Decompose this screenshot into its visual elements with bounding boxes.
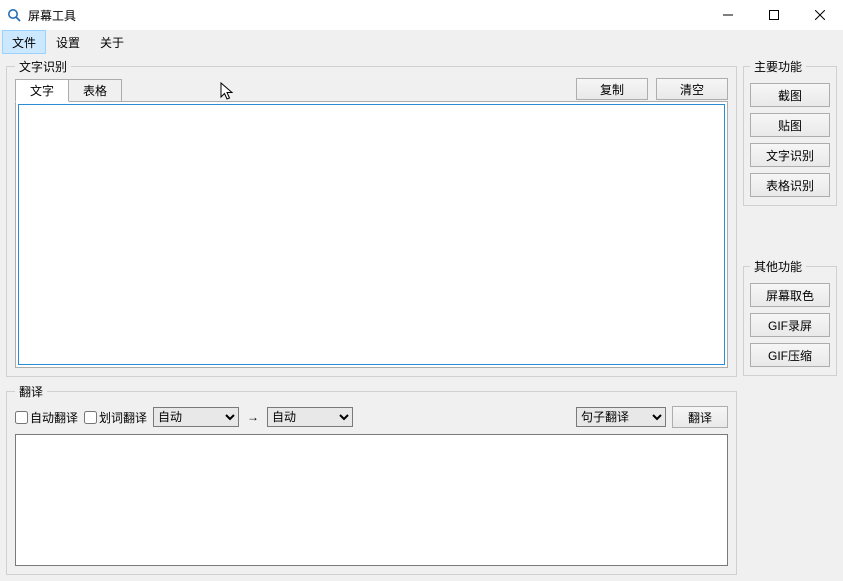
ocr-tabs: 文字 表格 xyxy=(15,78,121,101)
translate-controls-row: 自动翻译 划词翻译 自动 → 自动 句子翻译 翻译 xyxy=(15,406,728,428)
left-column: 文字识别 文字 表格 复制 清空 翻译 自动翻译 xyxy=(6,58,737,575)
maximize-button[interactable] xyxy=(751,0,797,30)
close-button[interactable] xyxy=(797,0,843,30)
minimize-button[interactable] xyxy=(705,0,751,30)
word-translate-label: 划词翻译 xyxy=(99,409,147,426)
screenshot-button[interactable]: 截图 xyxy=(750,83,830,107)
ocr-text-button[interactable]: 文字识别 xyxy=(750,143,830,167)
app-icon xyxy=(6,7,22,23)
auto-translate-label: 自动翻译 xyxy=(30,409,78,426)
copy-button[interactable]: 复制 xyxy=(576,78,648,100)
window-controls xyxy=(705,0,843,30)
paste-image-button[interactable]: 贴图 xyxy=(750,113,830,137)
window-title: 屏幕工具 xyxy=(28,7,76,24)
auto-translate-checkbox[interactable]: 自动翻译 xyxy=(15,409,78,426)
word-translate-checkbox[interactable]: 划词翻译 xyxy=(84,409,147,426)
menu-about[interactable]: 关于 xyxy=(90,30,134,54)
gif-record-button[interactable]: GIF录屏 xyxy=(750,313,830,337)
main-functions-legend: 主要功能 xyxy=(750,58,806,75)
ocr-textarea[interactable] xyxy=(18,104,725,365)
menu-file[interactable]: 文件 xyxy=(2,30,46,54)
group-translate-legend: 翻译 xyxy=(15,383,47,400)
group-translate: 翻译 自动翻译 划词翻译 自动 → 自动 句子 xyxy=(6,383,737,575)
other-functions-legend: 其他功能 xyxy=(750,258,806,275)
menu-bar: 文件 设置 关于 xyxy=(0,30,843,54)
tab-text[interactable]: 文字 xyxy=(15,79,69,102)
auto-translate-input[interactable] xyxy=(15,411,28,424)
word-translate-input[interactable] xyxy=(84,411,97,424)
ocr-top-row: 文字 表格 复制 清空 xyxy=(15,79,728,101)
menu-settings[interactable]: 设置 xyxy=(46,30,90,54)
gif-compress-button[interactable]: GIF压缩 xyxy=(750,343,830,367)
clear-button[interactable]: 清空 xyxy=(656,78,728,100)
ocr-table-button[interactable]: 表格识别 xyxy=(750,173,830,197)
group-main-functions: 主要功能 截图 贴图 文字识别 表格识别 xyxy=(743,58,837,206)
tab-table[interactable]: 表格 xyxy=(68,79,122,102)
translate-button[interactable]: 翻译 xyxy=(672,406,728,428)
ocr-action-buttons: 复制 清空 xyxy=(576,78,728,101)
translate-mode-select[interactable]: 句子翻译 xyxy=(576,407,666,427)
title-bar: 屏幕工具 xyxy=(0,0,843,30)
translate-textarea[interactable] xyxy=(15,434,728,566)
lang-from-select[interactable]: 自动 xyxy=(153,407,239,427)
right-column: 主要功能 截图 贴图 文字识别 表格识别 其他功能 屏幕取色 GIF录屏 GIF… xyxy=(743,58,837,575)
client-area: 文字识别 文字 表格 复制 清空 翻译 自动翻译 xyxy=(0,54,843,581)
arrow-icon: → xyxy=(245,410,261,424)
group-other-functions: 其他功能 屏幕取色 GIF录屏 GIF压缩 xyxy=(743,258,837,376)
ocr-textarea-wrap xyxy=(15,101,728,368)
group-ocr: 文字识别 文字 表格 复制 清空 xyxy=(6,58,737,377)
color-picker-button[interactable]: 屏幕取色 xyxy=(750,283,830,307)
group-ocr-legend: 文字识别 xyxy=(15,58,71,75)
lang-to-select[interactable]: 自动 xyxy=(267,407,353,427)
